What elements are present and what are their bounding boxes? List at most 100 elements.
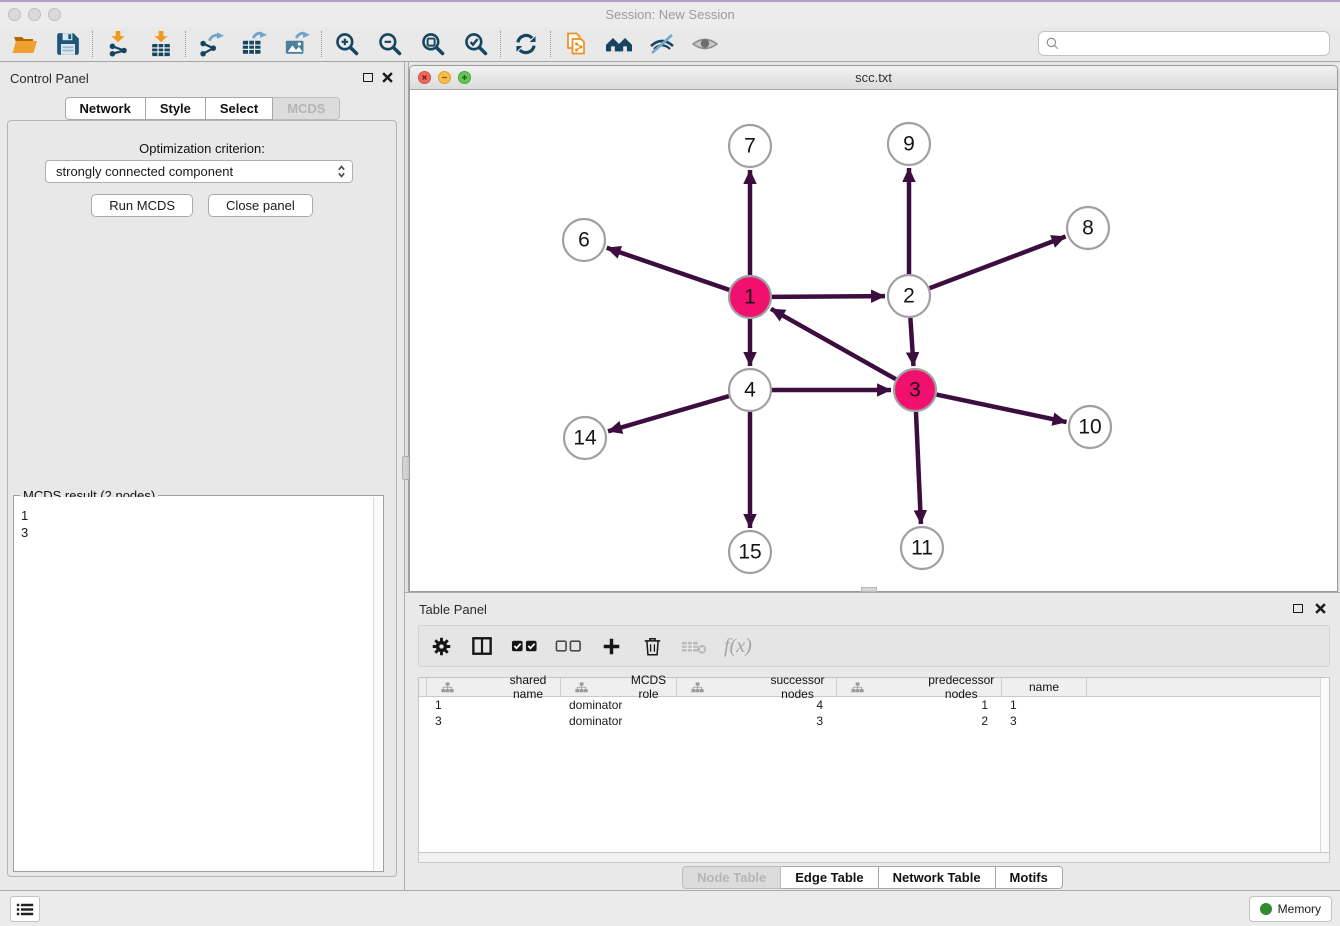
graph-edge-3-10[interactable]: [937, 395, 1067, 422]
graph-node-10[interactable]: 10: [1069, 406, 1111, 448]
gear-icon[interactable]: [429, 631, 453, 661]
table-row[interactable]: 1dominator411: [419, 697, 1329, 713]
svg-text:4: 4: [744, 379, 756, 402]
search-input[interactable]: [1064, 34, 1329, 54]
clone-network-icon[interactable]: [554, 29, 597, 60]
float-table-panel-icon[interactable]: [1291, 602, 1305, 615]
table-tabs: Node TableEdge TableNetwork TableMotifs: [405, 866, 1340, 889]
graph-node-8[interactable]: 8: [1067, 207, 1109, 249]
column-header-mcds-role[interactable]: MCDS role: [561, 678, 677, 696]
column-header-predecessor-nodes[interactable]: predecessor nodes: [837, 678, 1002, 696]
graph-node-3[interactable]: 3: [894, 369, 936, 411]
network-window: scc.txt 7 9 6 8 1 2 4 3 14 10 15 11: [409, 65, 1338, 592]
column-header-shared-name[interactable]: shared name: [427, 678, 561, 696]
control-panel: Control Panel NetworkStyleSelectMCDS Opt…: [0, 62, 405, 890]
graph-node-4[interactable]: 4: [729, 369, 771, 411]
graph-edge-3-11[interactable]: [916, 412, 921, 524]
result-scrollbar[interactable]: [373, 497, 382, 870]
main-toolbar: [0, 27, 1340, 62]
graph-node-9[interactable]: 9: [888, 123, 930, 165]
graph-node-6[interactable]: 6: [563, 219, 605, 261]
import-table-icon[interactable]: [139, 29, 182, 60]
tab-style[interactable]: Style: [146, 97, 206, 120]
table-cell: 2: [837, 714, 1002, 728]
run-mcds-button[interactable]: Run MCDS: [91, 194, 193, 217]
tab-edge-table[interactable]: Edge Table: [781, 866, 878, 889]
graph-node-14[interactable]: 14: [564, 417, 606, 459]
export-image-icon[interactable]: [275, 29, 318, 60]
show-eye-icon[interactable]: [683, 29, 726, 60]
main-titlebar: Session: New Session: [0, 2, 1340, 27]
close-panel-icon[interactable]: [380, 71, 394, 84]
table-panel-title: Table Panel: [419, 602, 487, 617]
graph-edge-4-14[interactable]: [608, 396, 729, 431]
zoom-in-icon[interactable]: [325, 29, 368, 60]
tab-network[interactable]: Network: [65, 97, 146, 120]
graph-edge-2-8[interactable]: [930, 237, 1066, 289]
float-panel-icon[interactable]: [361, 71, 375, 84]
hierarchy-icon: [566, 682, 621, 693]
trash-icon[interactable]: [640, 631, 664, 661]
memory-button[interactable]: Memory: [1249, 896, 1332, 922]
close-panel-button[interactable]: Close panel: [208, 194, 313, 217]
toolbar-separator: [321, 31, 322, 57]
graph-edge-3-1[interactable]: [771, 309, 896, 379]
tab-network-table[interactable]: Network Table: [879, 866, 996, 889]
table-cell: 3: [677, 714, 837, 728]
mcds-panel: Optimization criterion: strongly connect…: [7, 120, 397, 877]
graph-node-2[interactable]: 2: [888, 275, 930, 317]
export-table-icon[interactable]: [232, 29, 275, 60]
column-header-successor-nodes[interactable]: successor nodes: [677, 678, 837, 696]
graph-edge-1-6[interactable]: [607, 248, 729, 290]
svg-text:8: 8: [1082, 217, 1094, 240]
node-table[interactable]: shared nameMCDS rolesuccessor nodesprede…: [418, 677, 1330, 853]
svg-text:14: 14: [573, 427, 597, 450]
select-all-icon[interactable]: [511, 631, 538, 661]
close-table-panel-icon[interactable]: [1313, 602, 1327, 615]
table-cell: dominator: [561, 698, 677, 712]
svg-text:7: 7: [744, 135, 756, 158]
table-hscrollbar[interactable]: [418, 853, 1330, 863]
svg-text:2: 2: [903, 285, 915, 308]
zoom-selected-icon[interactable]: [454, 29, 497, 60]
export-network-icon[interactable]: [189, 29, 232, 60]
task-history-button[interactable]: [10, 896, 40, 922]
deselect-all-icon[interactable]: [555, 631, 582, 661]
table-panel: Table Panel f(x) shared nameMCDS rolesuc…: [405, 592, 1340, 890]
tab-node-table[interactable]: Node Table: [682, 866, 781, 889]
graph-node-11[interactable]: 11: [901, 527, 943, 569]
table-row[interactable]: 3dominator323: [419, 713, 1329, 729]
svg-text:9: 9: [903, 133, 915, 156]
graph-edge-1-2[interactable]: [772, 296, 885, 297]
network-window-titlebar[interactable]: scc.txt: [410, 66, 1337, 90]
network-canvas[interactable]: 7 9 6 8 1 2 4 3 14 10 15 11: [410, 90, 1337, 591]
hide-eye-icon[interactable]: [640, 29, 683, 60]
save-icon[interactable]: [46, 29, 89, 60]
hierarchy-icon: [842, 682, 922, 693]
zoom-fit-icon[interactable]: [411, 29, 454, 60]
home-icon[interactable]: [597, 29, 640, 60]
graph-node-7[interactable]: 7: [729, 125, 771, 167]
window-top-accent: [0, 0, 1340, 2]
tab-select[interactable]: Select: [206, 97, 273, 120]
graph-edge-2-3[interactable]: [910, 318, 913, 366]
graph-node-1[interactable]: 1: [729, 276, 771, 318]
table-header: shared nameMCDS rolesuccessor nodesprede…: [419, 678, 1329, 697]
table-cell: 3: [427, 714, 561, 728]
tab-mcds[interactable]: MCDS: [273, 97, 340, 120]
import-network-icon[interactable]: [96, 29, 139, 60]
graph-node-15[interactable]: 15: [729, 531, 771, 573]
add-icon[interactable]: [599, 631, 623, 661]
column-header-name[interactable]: name: [1002, 678, 1087, 696]
zoom-out-icon[interactable]: [368, 29, 411, 60]
search-box[interactable]: [1038, 31, 1330, 56]
table-vscrollbar[interactable]: [1320, 678, 1329, 852]
folder-open-icon[interactable]: [3, 29, 46, 60]
criterion-dropdown[interactable]: strongly connected component: [45, 160, 353, 183]
refresh-icon[interactable]: [504, 29, 547, 60]
svg-text:10: 10: [1078, 416, 1101, 439]
delete-column-icon: [681, 631, 707, 661]
columns-icon[interactable]: [470, 631, 494, 661]
toolbar-separator: [500, 31, 501, 57]
tab-motifs[interactable]: Motifs: [996, 866, 1063, 889]
